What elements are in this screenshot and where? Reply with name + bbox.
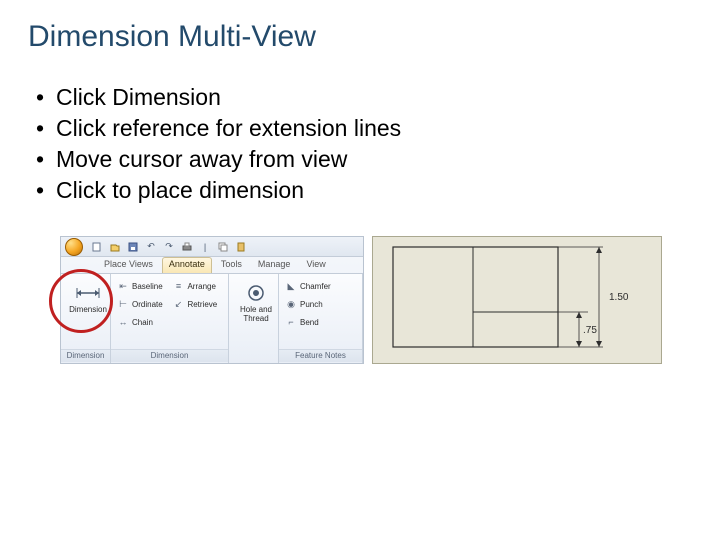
bend-item: ⌐Bend — [283, 314, 333, 330]
punch-icon: ◉ — [285, 298, 297, 310]
chain-icon: ↔ — [117, 316, 129, 328]
ribbon-screenshot: ↶ ↷ | Place Views Annotate Tools Manage … — [60, 236, 364, 364]
punch-item: ◉Punch — [283, 296, 333, 312]
drawing-figure: 1.50 .75 — [372, 236, 662, 364]
group-feature-notes: ◣Chamfer ◉Punch ⌐Bend Feature Notes — [279, 274, 363, 363]
retrieve-item: ↙Retrieve — [170, 296, 224, 312]
list-item: •Click to place dimension — [36, 175, 692, 206]
tab-view: View — [299, 257, 332, 273]
bend-icon: ⌐ — [285, 316, 297, 328]
chamfer-icon: ◣ — [285, 280, 297, 292]
ordinate-icon: ⊢ — [117, 298, 129, 310]
tab-manage: Manage — [251, 257, 298, 273]
list-item: •Move cursor away from view — [36, 144, 692, 175]
ribbon-panel: Dimension Dimension ⇤Baseline ⊢Ordinate … — [61, 273, 363, 363]
hole-thread-button: Hole and Thread — [233, 278, 279, 338]
group-dimension-tools: ⇤Baseline ⊢Ordinate ↔Chain ≡Arrange ↙Ret… — [111, 274, 229, 363]
bullet-text: Click Dimension — [56, 82, 692, 113]
dim-value-2: .75 — [583, 325, 597, 336]
chamfer-item: ◣Chamfer — [283, 278, 333, 294]
paste-icon — [235, 241, 247, 253]
quick-access-toolbar: ↶ ↷ | — [61, 237, 363, 257]
baseline-item: ⇤Baseline — [115, 278, 170, 294]
group-dimension-main: Dimension Dimension — [61, 274, 111, 363]
list-item: •Click Dimension — [36, 82, 692, 113]
ribbon-tabs: Place Views Annotate Tools Manage View — [61, 257, 363, 273]
hole-thread-label: Hole and Thread — [233, 306, 279, 323]
group-label: Dimension — [111, 349, 228, 362]
group-label: Dimension — [61, 349, 110, 362]
dimension-button: Dimension — [65, 278, 111, 338]
ordinate-item: ⊢Ordinate — [115, 296, 170, 312]
arrange-icon: ≡ — [172, 280, 184, 292]
chain-item: ↔Chain — [115, 314, 170, 330]
save-icon — [127, 241, 139, 253]
group-label: Feature Notes — [279, 349, 362, 362]
tab-annotate: Annotate — [162, 257, 212, 273]
dim-value-1: 1.50 — [609, 292, 629, 303]
print-icon — [181, 241, 193, 253]
redo-icon: ↷ — [163, 241, 175, 253]
bullet-text: Click to place dimension — [56, 175, 692, 206]
open-icon — [109, 241, 121, 253]
new-icon — [91, 241, 103, 253]
tab-tools: Tools — [214, 257, 249, 273]
app-orb-icon — [65, 238, 83, 256]
retrieve-icon: ↙ — [172, 298, 184, 310]
arrange-item: ≡Arrange — [170, 278, 224, 294]
list-item: •Click reference for extension lines — [36, 113, 692, 144]
baseline-icon: ⇤ — [117, 280, 129, 292]
copy-icon — [217, 241, 229, 253]
group-hole-thread: Hole and Thread — [229, 274, 279, 363]
tab-place-views: Place Views — [97, 257, 160, 273]
dimension-icon — [75, 282, 101, 304]
hole-thread-icon — [243, 282, 269, 304]
bullet-text: Click reference for extension lines — [56, 113, 692, 144]
slide-title: Dimension Multi-View — [28, 20, 692, 54]
separator-icon: | — [199, 241, 211, 253]
bullet-text: Move cursor away from view — [56, 144, 692, 175]
dimension-label: Dimension — [69, 306, 107, 314]
drawing-svg: 1.50 .75 — [373, 237, 663, 365]
bullet-list: •Click Dimension •Click reference for ex… — [28, 82, 692, 206]
undo-icon: ↶ — [145, 241, 157, 253]
